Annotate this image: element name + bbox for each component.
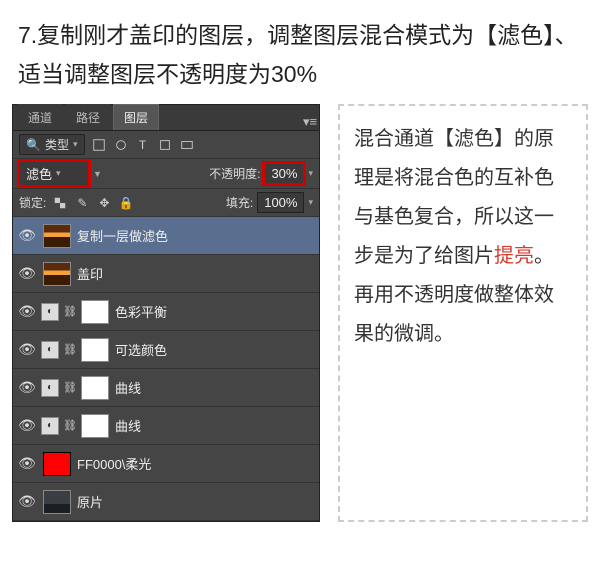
opacity-value-input[interactable]: 30% [264,163,304,184]
chevron-down-icon: ▾ [56,168,61,179]
layer-row[interactable]: 👁 ◐ ⛓ 可选颜色 [13,331,319,369]
layer-name: 原片 [77,492,103,511]
adjustment-icon: ◐ [41,341,59,359]
layer-thumbnail [43,490,71,514]
blend-mode-value: 滤色 [26,164,52,183]
adjustment-icon: ◐ [41,379,59,397]
visibility-eye-icon[interactable]: 👁 [17,455,37,472]
link-mask-icon: ⛓ [63,419,77,432]
lock-label: 锁定: [19,194,46,211]
layer-name: 曲线 [115,416,141,435]
visibility-eye-icon[interactable]: 👁 [17,493,37,510]
layer-name: 曲线 [115,378,141,397]
layer-row[interactable]: 👁 盖印 [13,255,319,293]
tab-layers[interactable]: 图层 [113,104,159,130]
filter-kind-label: 类型 [45,136,69,153]
layer-name: 色彩平衡 [115,302,167,321]
layer-name: 可选颜色 [115,340,167,359]
lock-transparency-icon[interactable] [52,195,68,211]
adjustment-icon: ◐ [41,417,59,435]
panel-tabs: 通道 路径 图层 ▾≡ [13,105,319,131]
visibility-eye-icon[interactable]: 👁 [17,379,37,396]
visibility-eye-icon[interactable]: 👁 [17,417,37,434]
chevron-down-icon: ▼ [93,169,102,179]
opacity-label: 不透明度: [209,165,260,182]
panel-menu-icon[interactable]: ▾≡ [301,114,319,130]
adjustment-icon: ◐ [41,303,59,321]
opacity-value: 30% [271,166,297,181]
visibility-eye-icon[interactable]: 👁 [17,227,37,244]
tab-paths[interactable]: 路径 [65,104,111,130]
link-mask-icon: ⛓ [63,305,77,318]
layer-name: 复制一层做滤色 [77,226,168,245]
chevron-down-icon: ▾ [308,168,313,179]
layer-row[interactable]: 👁 ◐ ⛓ 曲线 [13,407,319,445]
fill-label: 填充: [226,194,253,211]
layer-thumbnail [43,452,71,476]
mask-thumbnail [81,414,109,438]
layer-thumbnail [43,224,71,248]
lock-pixels-icon[interactable]: ✎ [74,195,90,211]
layer-row[interactable]: 👁 ◐ ⛓ 色彩平衡 [13,293,319,331]
chevron-down-icon: ▾ [73,139,78,150]
layer-row[interactable]: 👁 FF0000\柔光 [13,445,319,483]
tab-channels[interactable]: 通道 [17,104,63,130]
filter-smart-icon[interactable] [179,137,195,153]
visibility-eye-icon[interactable]: 👁 [17,265,37,282]
layer-filter-row: 🔍 类型 ▾ T [13,131,319,159]
filter-adjust-icon[interactable] [113,137,129,153]
fill-value: 100% [264,195,297,210]
link-mask-icon: ⛓ [63,343,77,356]
lock-row: 锁定: ✎ ✥ 🔒 填充: 100% ▾ [13,189,319,217]
explanation-box: 混合通道【滤色】的原理是将混合色的互补色与基色复合，所以这一步是为了给图片提亮。… [338,104,588,522]
layer-name: FF0000\柔光 [77,454,151,473]
explanation-text: 混合通道【滤色】的原理是将混合色的互补色与基色复合，所以这一步是为了给图片提亮。… [354,120,572,354]
filter-pixel-icon[interactable] [91,137,107,153]
lock-all-icon[interactable]: 🔒 [118,195,134,211]
layers-panel: 通道 路径 图层 ▾≡ 🔍 类型 ▾ T 滤色 ▾ ▼ 不透明 [12,104,320,522]
mask-thumbnail [81,376,109,400]
chevron-down-icon: ▾ [308,197,313,208]
blend-row: 滤色 ▾ ▼ 不透明度: 30% ▾ [13,159,319,189]
layer-thumbnail [43,262,71,286]
filter-shape-icon[interactable] [157,137,173,153]
layer-name: 盖印 [77,264,103,283]
link-mask-icon: ⛓ [63,381,77,394]
mask-thumbnail [81,338,109,362]
layer-row[interactable]: 👁 复制一层做滤色 [13,217,319,255]
search-icon: 🔍 [26,138,41,152]
layer-row[interactable]: 👁 原片 [13,483,319,521]
filter-type-icon[interactable]: T [135,137,151,153]
blend-mode-select[interactable]: 滤色 ▾ [19,161,89,186]
visibility-eye-icon[interactable]: 👁 [17,341,37,358]
layer-row[interactable]: 👁 ◐ ⛓ 曲线 [13,369,319,407]
filter-kind-select[interactable]: 🔍 类型 ▾ [19,134,85,155]
explain-highlight: 提亮 [494,245,534,267]
visibility-eye-icon[interactable]: 👁 [17,303,37,320]
lock-position-icon[interactable]: ✥ [96,195,112,211]
fill-value-input[interactable]: 100% [257,192,304,213]
step-title: 7.复制刚才盖印的图层，调整图层混合模式为【滤色】、适当调整图层不透明度为30% [18,16,582,94]
mask-thumbnail [81,300,109,324]
